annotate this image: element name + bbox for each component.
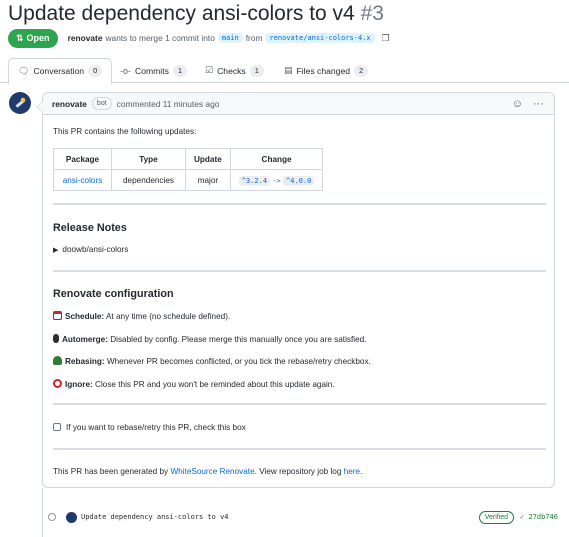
- check-icon: ✓: [520, 513, 525, 521]
- recycle-icon: [53, 356, 62, 365]
- commit-sha-text: 27db746: [528, 513, 558, 521]
- package-link[interactable]: ansi-colors: [63, 176, 103, 185]
- commit-dot-icon: [48, 513, 56, 521]
- pr-author[interactable]: renovate: [68, 33, 103, 43]
- tab-label: Files changed: [296, 65, 351, 76]
- footer-pre: This PR has been generated by: [53, 467, 169, 476]
- config-schedule: Schedule: At any time (no schedule defin…: [53, 311, 230, 321]
- intro-text: This PR contains the following updates:: [53, 127, 197, 136]
- state-label: Open: [26, 33, 50, 43]
- merge-text: wants to merge 1 commit into: [105, 33, 215, 43]
- job-log-link[interactable]: here: [344, 467, 360, 476]
- change-from: ^3.2.4: [238, 175, 271, 186]
- commit-row: Update dependency ansi-colors to v4 Veri…: [48, 509, 558, 525]
- change-cell[interactable]: ^3.2.4 -> ^4.0.0: [229, 169, 324, 191]
- updates-table: Package Type Update Change ansi-colors d…: [53, 148, 324, 191]
- config-rebasing: Rebasing: Whenever PR becomes conflicted…: [53, 356, 371, 366]
- tab-counter: 1: [249, 64, 264, 77]
- pr-tabs: 🗨 Conversation 0 -o- Commits 1 ☑ Checks …: [0, 58, 569, 84]
- tab-label: Checks: [217, 65, 246, 76]
- change-arrow: ->: [272, 176, 281, 185]
- commit-message[interactable]: Update dependency ansi-colors to v4: [81, 513, 229, 521]
- table-header: Package: [53, 148, 112, 170]
- comment-header: renovate bot commented 11 minutes ago ☺ …: [43, 93, 554, 115]
- renovate-logo-icon: [15, 97, 26, 108]
- table-header: Type: [111, 148, 186, 170]
- config-text: Disabled by config. Please merge this ma…: [110, 335, 367, 344]
- config-heading: Renovate configuration: [53, 288, 174, 300]
- verified-badge[interactable]: Verified: [478, 510, 515, 524]
- state-badge: ⇅ Open: [8, 28, 58, 48]
- calendar-icon: [53, 311, 62, 320]
- pr-title: Update dependency ansi-colors to v4 #3: [8, 2, 384, 26]
- divider: [53, 270, 546, 272]
- disclosure-triangle-icon: ▶: [53, 247, 59, 254]
- rebase-checkbox-row[interactable]: If you want to rebase/retry this PR, che…: [53, 423, 246, 432]
- tab-counter: 1: [172, 64, 188, 77]
- comment-author[interactable]: renovate: [52, 99, 87, 109]
- comment-time[interactable]: commented 11 minutes ago: [117, 99, 220, 109]
- table-cell: major: [185, 169, 231, 191]
- tab-conversation[interactable]: 🗨 Conversation 0: [8, 58, 113, 84]
- divider: [53, 403, 546, 405]
- comment-icon: 🗨: [18, 65, 30, 76]
- smiley-icon[interactable]: ☺: [512, 98, 523, 110]
- footer-end: .: [360, 467, 363, 476]
- tab-counter: 0: [88, 65, 103, 77]
- config-label: Rebasing:: [65, 357, 105, 366]
- commit-sha[interactable]: ✓ 27db746: [520, 513, 558, 521]
- release-notes-details[interactable]: ▶ doowb/ansi-colors: [53, 245, 128, 254]
- copy-icon[interactable]: ❐: [382, 33, 390, 44]
- footer-text: This PR has been generated by WhiteSourc…: [53, 467, 362, 476]
- comment-actions: ☺ ···: [512, 98, 544, 110]
- rebase-checkbox-label: If you want to rebase/retry this PR, che…: [66, 423, 246, 432]
- table-cell: dependencies: [111, 169, 186, 191]
- tab-checks[interactable]: ☑ Checks 1: [205, 58, 264, 83]
- comment-box: renovate bot commented 11 minutes ago ☺ …: [36, 92, 555, 488]
- whitesource-renovate-link[interactable]: WhiteSource Renovate: [170, 467, 254, 476]
- release-notes-heading: Release Notes: [53, 222, 127, 234]
- config-text: At any time (no schedule defined).: [105, 312, 231, 321]
- tab-commits[interactable]: -o- Commits 1: [120, 58, 188, 83]
- divider: [53, 203, 546, 205]
- config-label: Schedule:: [65, 312, 105, 321]
- no-bell-icon: [53, 379, 62, 388]
- tab-counter: 2: [354, 64, 369, 77]
- traffic-light-icon: [53, 334, 59, 343]
- divider: [53, 448, 546, 450]
- config-ignore: Ignore: Close this PR and you won't be r…: [53, 379, 335, 389]
- bot-badge: bot: [91, 97, 112, 110]
- file-diff-icon: ▤: [284, 65, 293, 75]
- change-to: ^4.0.0: [283, 175, 315, 186]
- pr-number: #3: [360, 2, 384, 25]
- commit-avatar[interactable]: [66, 511, 77, 523]
- release-notes-item: doowb/ansi-colors: [62, 245, 129, 254]
- table-header-row: Package Type Update Change: [53, 148, 324, 170]
- table-row: ansi-colors dependencies major ^3.2.4 ->…: [53, 169, 324, 191]
- timeline-line: [42, 488, 43, 537]
- rebase-checkbox[interactable]: [53, 423, 61, 431]
- checklist-icon: ☑: [205, 65, 214, 75]
- tab-label: Conversation: [33, 66, 85, 76]
- table-header: Update: [185, 148, 231, 170]
- pr-title-text: Update dependency ansi-colors to v4: [8, 2, 355, 25]
- footer-mid: . View repository job log: [254, 467, 342, 476]
- kebab-menu-icon[interactable]: ···: [533, 98, 544, 110]
- config-text: Whenever PR becomes conflicted, or you t…: [106, 357, 371, 366]
- pr-meta: ⇅ Open renovate wants to merge 1 commit …: [8, 28, 390, 48]
- commit-icon: -o-: [120, 65, 131, 76]
- pull-request-icon: ⇅: [16, 32, 24, 43]
- avatar[interactable]: [9, 92, 31, 114]
- config-automerge: Automerge: Disabled by config. Please me…: [53, 334, 366, 344]
- config-label: Ignore:: [65, 380, 93, 389]
- head-branch[interactable]: renovate/ansi-colors-4.x: [265, 33, 375, 43]
- from-text: from: [245, 33, 263, 43]
- tab-files-changed[interactable]: ▤ Files changed 2: [284, 58, 369, 83]
- config-text: Close this PR and you won't be reminded …: [95, 380, 335, 389]
- tab-label: Commits: [135, 65, 169, 76]
- base-branch[interactable]: main: [217, 33, 243, 43]
- table-header: Change: [229, 148, 324, 170]
- config-label: Automerge:: [62, 335, 108, 344]
